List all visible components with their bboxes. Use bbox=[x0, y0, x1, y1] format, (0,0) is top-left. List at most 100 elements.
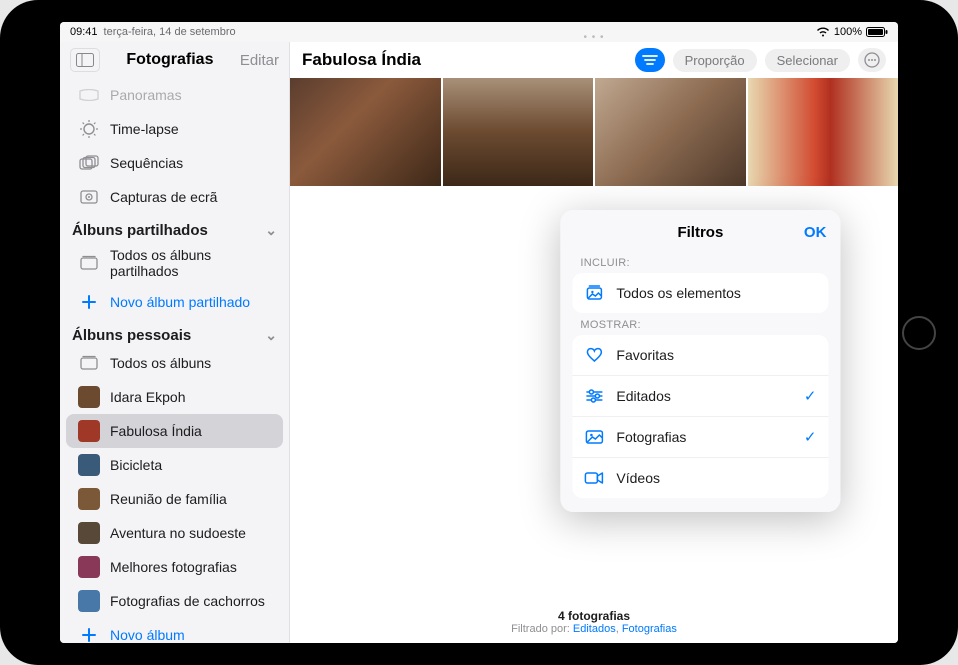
button-label: Selecionar bbox=[777, 53, 838, 68]
popover-ok-button[interactable]: OK bbox=[804, 224, 827, 241]
album-thumb bbox=[78, 420, 100, 442]
page-title: Fabulosa Índia bbox=[302, 50, 627, 70]
filter-show-row[interactable]: Favoritas bbox=[572, 335, 828, 375]
sidebar-item-label: Todos os álbuns partilhados bbox=[110, 247, 271, 279]
sidebar-album-item[interactable]: Todos os álbuns bbox=[66, 346, 283, 380]
new-shared-album-button[interactable]: Novo álbum partilhado bbox=[66, 285, 283, 319]
filter-show-row[interactable]: Fotografias ✓ bbox=[572, 416, 828, 457]
status-bar: 09:41 terça-feira, 14 de setembro 100% bbox=[60, 22, 898, 42]
section-shared-albums[interactable]: Álbuns partilhados ⌄ bbox=[60, 214, 289, 241]
filters-popover: Filtros OK INCLUIR: Todos os elementos M… bbox=[560, 210, 840, 512]
sidebar-item-screenshot[interactable]: Capturas de ecrã bbox=[66, 180, 283, 214]
sidebar-album-item[interactable]: Bicicleta bbox=[66, 448, 283, 482]
sidebar-toggle-button[interactable] bbox=[70, 48, 100, 72]
plus-icon bbox=[78, 291, 100, 313]
sidebar-item-timelapse[interactable]: Time‑lapse bbox=[66, 112, 283, 146]
sidebar-item-label: Todos os álbuns bbox=[110, 355, 211, 371]
new-album-button[interactable]: Novo álbum bbox=[66, 618, 283, 643]
sidebar-item-label: Melhores fotografias bbox=[110, 559, 237, 575]
burst-icon bbox=[78, 152, 100, 174]
button-label: Proporção bbox=[685, 53, 745, 68]
filter-include-row[interactable]: Todos os elementos bbox=[572, 273, 828, 313]
sidebar-title: Fotografias bbox=[126, 51, 213, 69]
sidebar-item-burst[interactable]: Sequências bbox=[66, 146, 283, 180]
chevron-down-icon: ⌄ bbox=[265, 222, 277, 239]
status-battery-text: 100% bbox=[834, 26, 862, 38]
photo-thumbnail[interactable] bbox=[595, 78, 746, 186]
popover-title: Filtros bbox=[677, 224, 723, 241]
album-thumb bbox=[78, 522, 100, 544]
sidebar-album-item[interactable]: Reunião de família bbox=[66, 482, 283, 516]
footer-filter-link[interactable]: Editados bbox=[573, 623, 616, 635]
sidebar-album-item[interactable]: Idara Ekpoh bbox=[66, 380, 283, 414]
sidebar-album-item[interactable]: Fotografias de cachorros bbox=[66, 584, 283, 618]
albums-icon bbox=[78, 352, 100, 374]
section-personal-albums[interactable]: Álbuns pessoais ⌄ bbox=[60, 319, 289, 346]
filter-icon bbox=[642, 54, 658, 66]
plus-icon bbox=[78, 624, 100, 643]
main-pane: • • • Fabulosa Índia Proporção Seleciona… bbox=[290, 42, 898, 643]
album-thumb bbox=[78, 590, 100, 612]
ellipsis-icon bbox=[864, 52, 880, 68]
sidebar-item-label: Novo álbum bbox=[110, 627, 185, 643]
resize-handle-icon[interactable]: • • • bbox=[583, 32, 604, 43]
home-button[interactable] bbox=[902, 316, 936, 350]
sliders-icon bbox=[584, 386, 604, 406]
filter-row-label: Editados bbox=[616, 388, 791, 404]
photo-thumbnail[interactable] bbox=[443, 78, 594, 186]
album-thumb bbox=[78, 386, 100, 408]
album-thumb bbox=[78, 454, 100, 476]
photo-stack-icon bbox=[584, 283, 604, 303]
sidebar-item-label: Novo álbum partilhado bbox=[110, 294, 250, 310]
photo-grid bbox=[290, 78, 898, 186]
sidebar-album-item[interactable]: Fabulosa Índia bbox=[66, 414, 283, 448]
popover-include-label: INCLUIR: bbox=[560, 251, 840, 273]
aspect-button[interactable]: Proporção bbox=[673, 49, 757, 72]
more-button[interactable] bbox=[858, 48, 886, 72]
sidebar: Fotografias Editar Panoramas Time‑lapse S… bbox=[60, 42, 290, 643]
footer-filter-prefix: Filtrado por: bbox=[511, 623, 573, 635]
grid-footer: 4 fotografias Filtrado por: Editados, Fo… bbox=[290, 609, 898, 635]
filter-row-label: Favoritas bbox=[616, 347, 816, 363]
sidebar-album-item[interactable]: Aventura no sudoeste bbox=[66, 516, 283, 550]
wifi-icon bbox=[816, 27, 830, 37]
screenshot-icon bbox=[78, 186, 100, 208]
checkmark-icon: ✓ bbox=[804, 387, 817, 405]
timelapse-icon bbox=[78, 118, 100, 140]
chevron-down-icon: ⌄ bbox=[265, 327, 277, 344]
filter-button[interactable] bbox=[635, 48, 665, 72]
filter-show-row[interactable]: Editados ✓ bbox=[572, 375, 828, 416]
sidebar-item-panoramas[interactable]: Panoramas bbox=[66, 78, 283, 112]
footer-count: 4 fotografias bbox=[290, 609, 898, 623]
video-icon bbox=[584, 468, 604, 488]
album-thumb bbox=[78, 556, 100, 578]
status-date: terça-feira, 14 de setembro bbox=[104, 26, 236, 38]
checkmark-icon: ✓ bbox=[804, 428, 817, 446]
sidebar-item-label: Fabulosa Índia bbox=[110, 423, 202, 439]
select-button[interactable]: Selecionar bbox=[765, 49, 850, 72]
sidebar-item-label: Capturas de ecrã bbox=[110, 189, 217, 205]
photo-thumbnail[interactable] bbox=[748, 78, 899, 186]
album-thumb bbox=[78, 488, 100, 510]
photo-icon bbox=[584, 427, 604, 447]
sidebar-item-label: Idara Ekpoh bbox=[110, 389, 186, 405]
sidebar-item-label: Panoramas bbox=[110, 87, 182, 103]
sidebar-item-label: Aventura no sudoeste bbox=[110, 525, 246, 541]
sidebar-edit-button[interactable]: Editar bbox=[240, 52, 279, 69]
filter-show-row[interactable]: Vídeos bbox=[572, 457, 828, 498]
heart-icon bbox=[584, 345, 604, 365]
filter-row-label: Todos os elementos bbox=[616, 285, 816, 301]
sidebar-item-label: Reunião de família bbox=[110, 491, 227, 507]
footer-filter-link[interactable]: Fotografias bbox=[622, 623, 677, 635]
photo-thumbnail[interactable] bbox=[290, 78, 441, 186]
albums-icon bbox=[78, 252, 100, 274]
section-label: Álbuns pessoais bbox=[72, 327, 191, 344]
section-label: Álbuns partilhados bbox=[72, 222, 208, 239]
filter-row-label: Fotografias bbox=[616, 429, 791, 445]
status-time: 09:41 bbox=[70, 26, 98, 38]
sidebar-item-label: Fotografias de cachorros bbox=[110, 593, 265, 609]
sidebar-item-all-shared[interactable]: Todos os álbuns partilhados bbox=[66, 241, 283, 285]
sidebar-item-label: Time‑lapse bbox=[110, 121, 179, 137]
sidebar-album-item[interactable]: Melhores fotografias bbox=[66, 550, 283, 584]
panorama-icon bbox=[78, 84, 100, 106]
